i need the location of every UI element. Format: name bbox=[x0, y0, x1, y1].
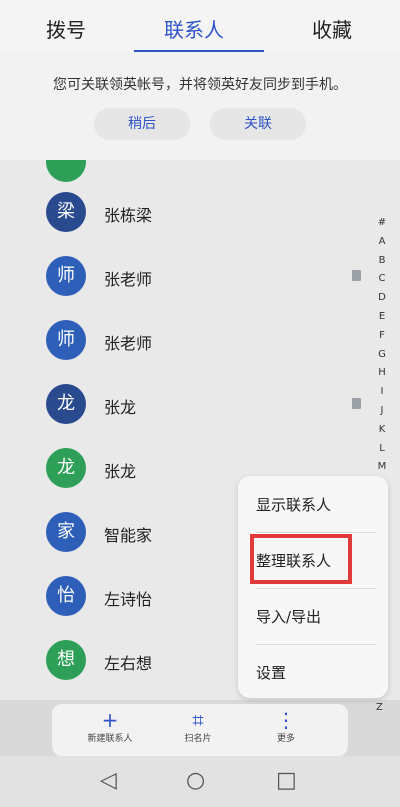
more-label: 更多 bbox=[276, 734, 295, 744]
scan-card-button[interactable]: ⌗ 扫名片 bbox=[158, 708, 238, 746]
menu-item-settings[interactable]: 设置 bbox=[256, 662, 286, 683]
scan-card-label: 扫名片 bbox=[184, 734, 212, 744]
contact-name: 张龙 bbox=[104, 398, 137, 417]
new-contact-button[interactable]: + 新建联系人 bbox=[70, 708, 150, 746]
index-letter[interactable]: Z bbox=[376, 702, 383, 713]
index-letter[interactable]: C bbox=[374, 270, 390, 289]
tab-bar: 拨号 联系人 收藏 bbox=[0, 0, 400, 52]
highlight-box bbox=[250, 534, 352, 584]
list-item[interactable]: 龙 张龙 bbox=[0, 372, 400, 436]
contact-name: 左诗怡 bbox=[104, 590, 153, 609]
back-icon[interactable]: ◁ bbox=[100, 768, 117, 793]
scan-icon: ⌗ bbox=[192, 708, 204, 732]
index-letter[interactable]: B bbox=[374, 252, 390, 271]
list-item[interactable]: 师 张老师 bbox=[0, 244, 400, 308]
system-nav-bar: ◁ ○ □ bbox=[0, 756, 400, 807]
more-button[interactable]: ⋮ 更多 bbox=[246, 708, 326, 746]
recent-apps-icon[interactable]: □ bbox=[276, 768, 297, 793]
avatar: 师 bbox=[46, 256, 86, 296]
index-letter[interactable]: K bbox=[374, 421, 390, 440]
list-item[interactable]: 师 张老师 bbox=[0, 308, 400, 372]
tab-dialer[interactable]: 拨号 bbox=[46, 14, 86, 43]
avatar bbox=[46, 160, 86, 182]
avatar: 梁 bbox=[46, 192, 86, 232]
plus-icon: + bbox=[101, 708, 119, 732]
index-letter[interactable]: L bbox=[374, 440, 390, 459]
avatar: 龙 bbox=[46, 384, 86, 424]
avatar: 师 bbox=[46, 320, 86, 360]
contact-name: 张老师 bbox=[104, 334, 153, 353]
business-card-icon bbox=[352, 398, 361, 409]
index-letter[interactable]: G bbox=[374, 346, 390, 365]
menu-divider bbox=[256, 588, 376, 589]
avatar: 家 bbox=[46, 512, 86, 552]
more-menu: 显示联系人 整理联系人 导入/导出 设置 bbox=[238, 476, 388, 698]
menu-divider bbox=[256, 644, 376, 645]
index-letter[interactable]: I bbox=[374, 383, 390, 402]
bottom-toolbar: + 新建联系人 ⌗ 扫名片 ⋮ 更多 bbox=[52, 704, 348, 756]
contact-name: 张栋梁 bbox=[104, 206, 153, 225]
alphabet-index[interactable]: # A B C D E F G H I J K L M bbox=[374, 214, 390, 477]
tab-favorites[interactable]: 收藏 bbox=[312, 14, 352, 43]
index-letter[interactable]: E bbox=[374, 308, 390, 327]
contact-name: 智能家 bbox=[104, 526, 153, 545]
index-letter[interactable]: J bbox=[374, 402, 390, 421]
home-icon[interactable]: ○ bbox=[186, 768, 205, 793]
index-letter[interactable]: # bbox=[374, 214, 390, 233]
contact-name: 张龙 bbox=[104, 462, 137, 481]
later-button[interactable]: 稍后 bbox=[94, 108, 190, 140]
avatar: 想 bbox=[46, 640, 86, 680]
avatar: 龙 bbox=[46, 448, 86, 488]
banner-message: 您可关联领英帐号，并将领英好友同步到手机。 bbox=[53, 77, 347, 93]
index-letter[interactable]: A bbox=[374, 233, 390, 252]
more-vertical-icon: ⋮ bbox=[276, 708, 296, 732]
menu-divider bbox=[256, 532, 376, 533]
index-letter[interactable]: D bbox=[374, 289, 390, 308]
menu-item-show-contacts[interactable]: 显示联系人 bbox=[256, 494, 331, 515]
contact-name: 左右想 bbox=[104, 654, 153, 673]
index-letter[interactable]: M bbox=[374, 458, 390, 477]
business-card-icon bbox=[352, 270, 361, 281]
contact-name: 张老师 bbox=[104, 270, 153, 289]
list-item[interactable]: 梁 张栋梁 bbox=[0, 180, 400, 244]
linkedin-banner: 您可关联领英帐号，并将领英好友同步到手机。 稍后 关联 bbox=[0, 52, 400, 160]
link-button[interactable]: 关联 bbox=[210, 108, 306, 140]
avatar: 怡 bbox=[46, 576, 86, 616]
menu-item-import-export[interactable]: 导入/导出 bbox=[256, 606, 321, 627]
index-letter[interactable]: H bbox=[374, 364, 390, 383]
tab-contacts[interactable]: 联系人 bbox=[164, 14, 224, 43]
new-contact-label: 新建联系人 bbox=[87, 734, 133, 744]
index-letter[interactable]: F bbox=[374, 327, 390, 346]
